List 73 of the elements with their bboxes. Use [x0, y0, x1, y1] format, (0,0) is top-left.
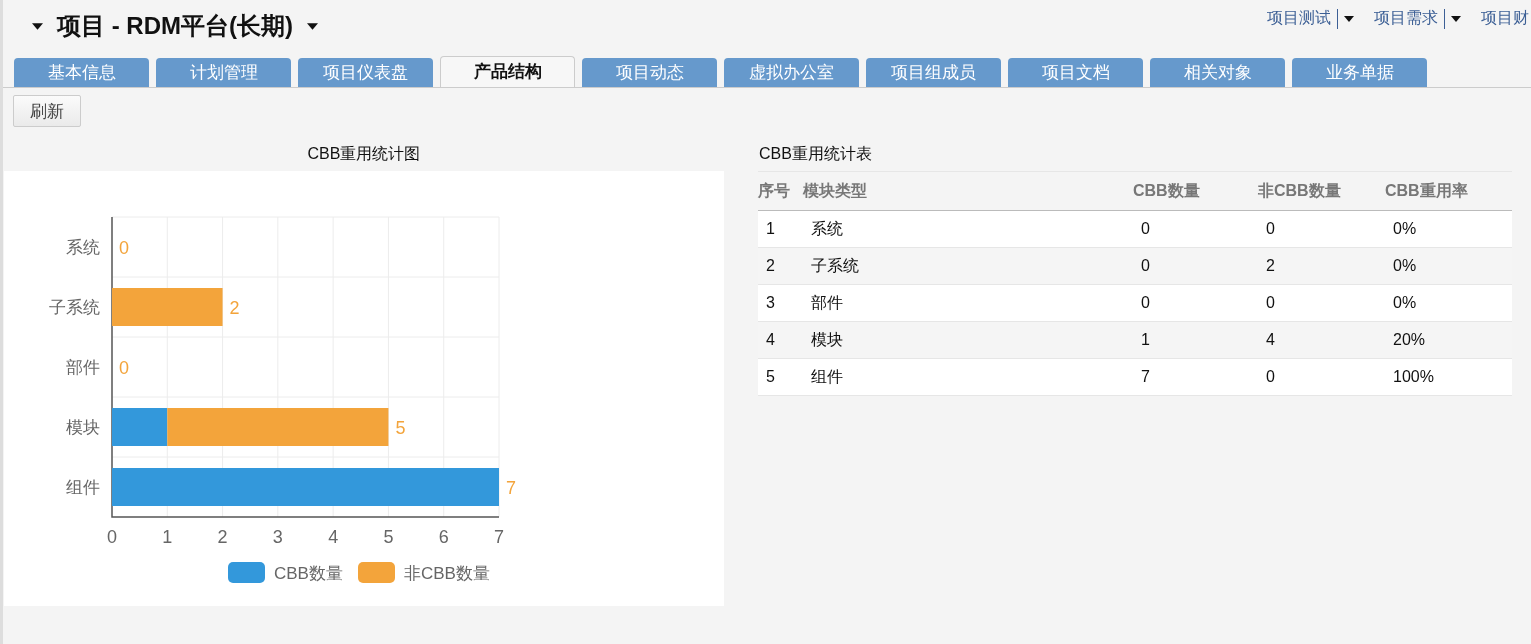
tab[interactable]: 计划管理	[156, 58, 291, 87]
tick-label: 5	[383, 527, 394, 547]
table-cell: 4	[1258, 321, 1385, 359]
axis-label: 组件	[66, 478, 100, 497]
axis-label: 模块	[66, 418, 100, 437]
data-label: 7	[506, 478, 516, 498]
table-cell: 0	[1133, 210, 1258, 248]
data-label: 0	[119, 238, 129, 258]
table-cell: 0	[1258, 210, 1385, 248]
tick-label: 6	[438, 527, 449, 547]
data-label: 5	[395, 418, 406, 438]
axis-label: 子系统	[49, 298, 100, 317]
table-cell: 组件	[803, 358, 1133, 396]
tab[interactable]: 项目组成员	[866, 58, 1001, 87]
tab[interactable]: 项目仪表盘	[298, 58, 433, 87]
tick-label: 3	[272, 527, 283, 547]
tick-label: 1	[162, 527, 173, 547]
table-cell: 0%	[1385, 247, 1512, 285]
tab[interactable]: 项目文档	[1008, 58, 1143, 87]
data-label: 2	[229, 298, 240, 318]
caret-icon[interactable]	[306, 22, 318, 30]
table-cell: 0%	[1385, 284, 1512, 322]
table-cell: 20%	[1385, 321, 1512, 359]
tab[interactable]: 业务单据	[1292, 58, 1427, 87]
axis-label: 系统	[66, 238, 100, 257]
column-header: 序号	[758, 171, 803, 211]
nav-link[interactable]: 项目需求	[1374, 8, 1438, 29]
table-cell: 0	[1258, 358, 1385, 396]
tab[interactable]: 产品结构	[440, 56, 575, 87]
chart-title: CBB重用统计图	[306, 144, 422, 164]
column-header: CBB数量	[1133, 171, 1258, 211]
column-header: 模块类型	[803, 171, 1133, 211]
axis-label: 部件	[66, 358, 100, 377]
legend-label: CBB数量	[274, 564, 343, 583]
tick-label: 2	[217, 527, 228, 547]
table-cell: 3	[758, 284, 803, 322]
table-cell: 部件	[803, 284, 1133, 322]
legend-label: 非CBB数量	[404, 564, 490, 583]
table-cell: 1	[758, 210, 803, 248]
tab[interactable]: 基本信息	[14, 58, 149, 87]
table-cell: 模块	[803, 321, 1133, 359]
tab[interactable]: 相关对象	[1150, 58, 1285, 87]
table-cell: 7	[1133, 358, 1258, 396]
table-cell: 100%	[1385, 358, 1512, 396]
table-cell: 子系统	[803, 247, 1133, 285]
tab[interactable]: 项目动态	[582, 58, 717, 87]
refresh-button[interactable]: 刷新	[13, 95, 81, 127]
legend-swatch	[228, 562, 265, 583]
legend-swatch	[358, 562, 395, 583]
table-cell: 1	[1133, 321, 1258, 359]
table-cell: 2	[758, 247, 803, 285]
tick-label: 7	[494, 527, 504, 547]
nav-link[interactable]: 项目财	[1481, 8, 1529, 29]
table-title: CBB重用统计表	[758, 144, 873, 164]
caret-icon[interactable]	[32, 22, 43, 30]
caret-icon[interactable]	[1451, 15, 1461, 22]
data-label: 0	[119, 358, 129, 378]
table-cell: 0	[1133, 247, 1258, 285]
tick-label: 4	[328, 527, 339, 547]
column-header: CBB重用率	[1385, 171, 1512, 211]
tab[interactable]: 虚拟办公室	[724, 58, 859, 87]
caret-icon[interactable]	[1344, 15, 1354, 22]
column-header: 非CBB数量	[1258, 171, 1385, 211]
page-title: 项目 - RDM平台(长期)	[57, 11, 293, 41]
table-cell: 0	[1258, 284, 1385, 322]
nav-link[interactable]: 项目测试	[1267, 8, 1331, 29]
table-cell: 5	[758, 358, 803, 396]
table-cell: 0%	[1385, 210, 1512, 248]
tick-label: 0	[107, 527, 117, 547]
table-cell: 4	[758, 321, 803, 359]
table-cell: 0	[1133, 284, 1258, 322]
table-cell: 2	[1258, 247, 1385, 285]
table-cell: 系统	[803, 210, 1133, 248]
